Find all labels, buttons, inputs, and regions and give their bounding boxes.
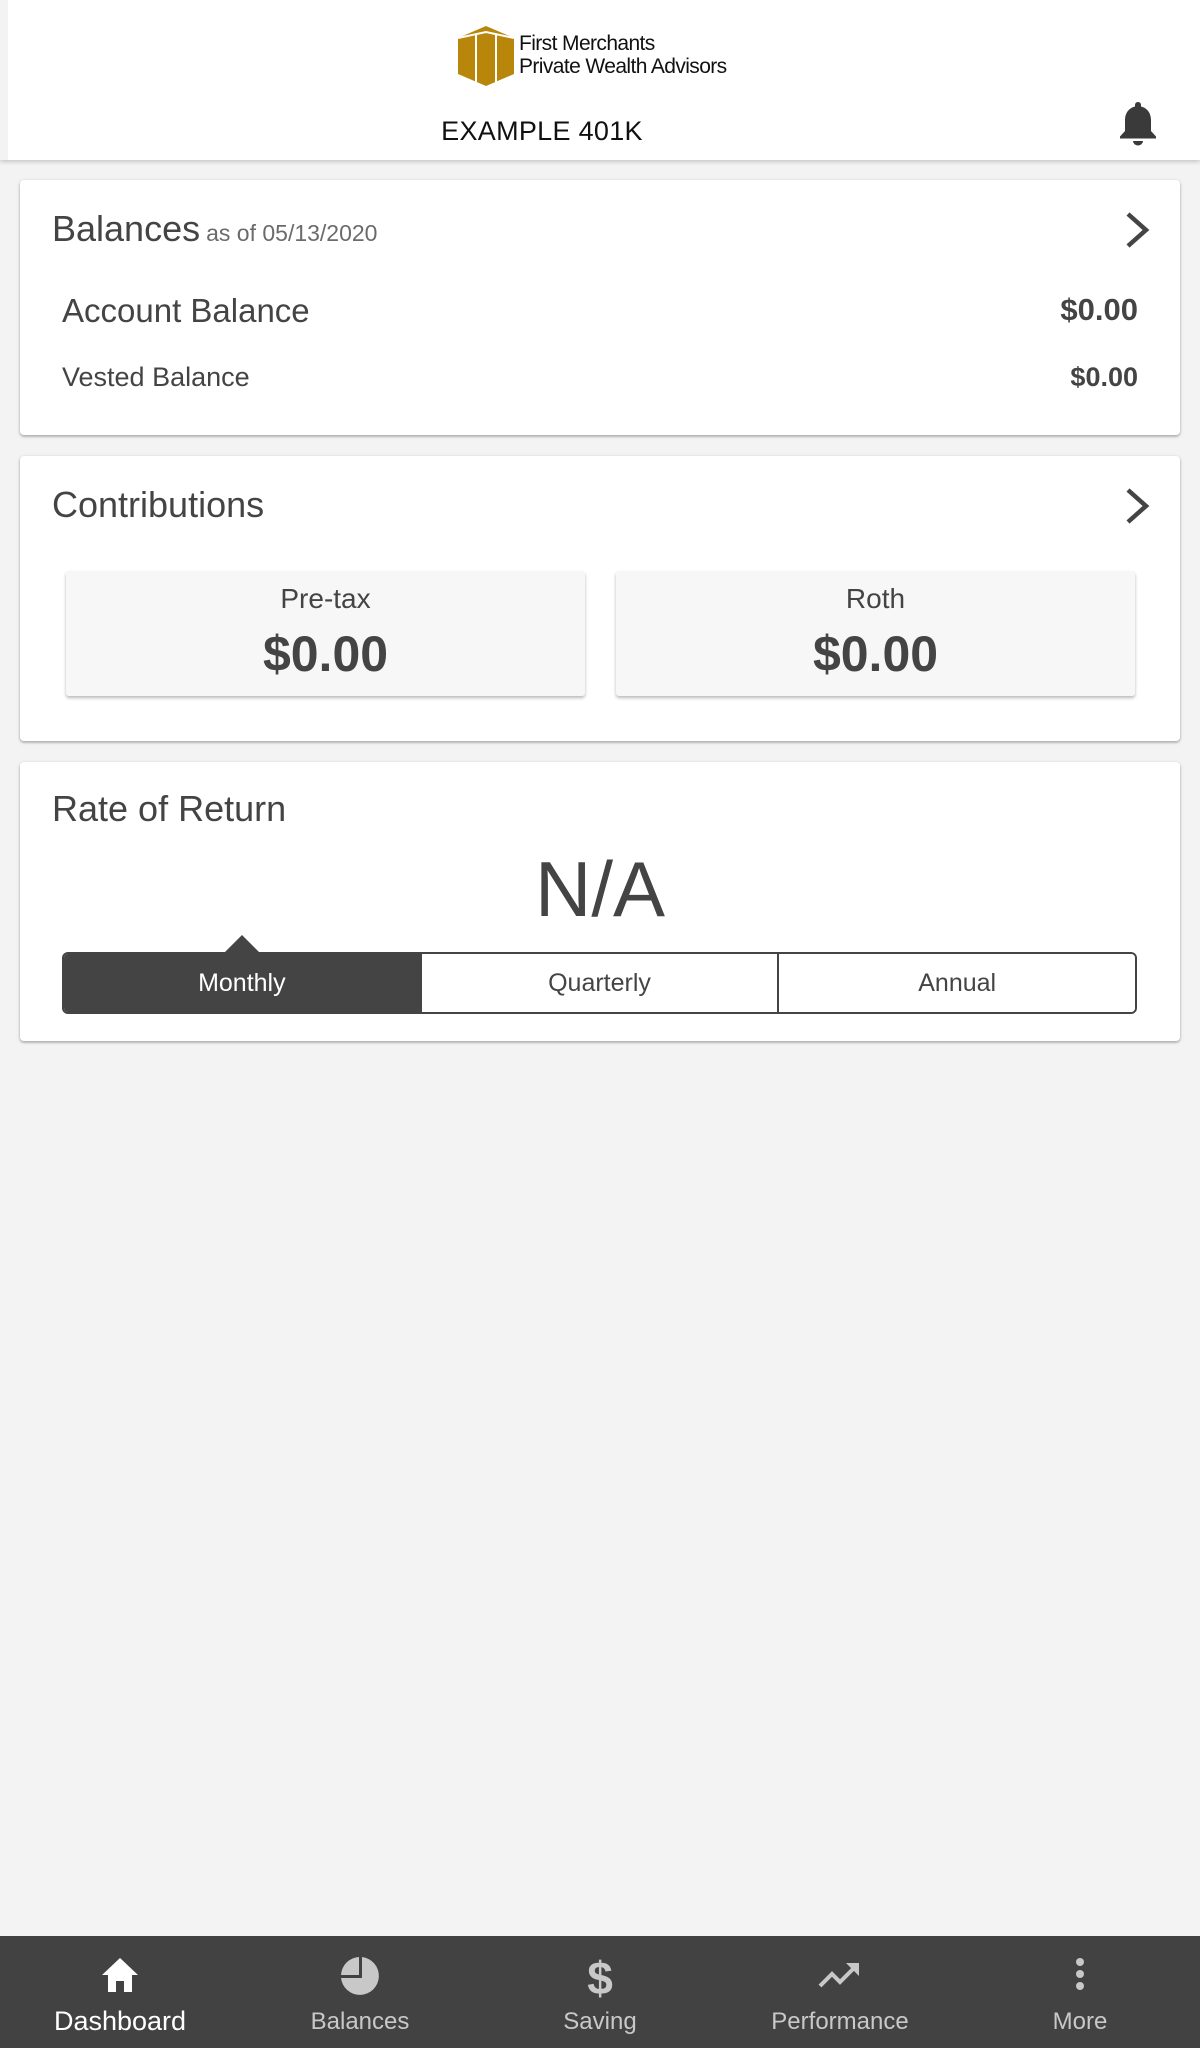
- period-monthly-tab[interactable]: Monthly: [64, 935, 420, 1012]
- vested-balance-value: $0.00: [1070, 362, 1138, 392]
- pretax-contribution-box: Pre-tax $0.00: [66, 571, 585, 696]
- nav-performance[interactable]: Performance: [720, 1936, 960, 2048]
- dollar-icon: $: [587, 1954, 613, 1998]
- period-selector: Monthly Quarterly Annual: [62, 935, 1137, 1014]
- balances-title: Balances as of 05/13/2020: [52, 208, 377, 250]
- balances-card[interactable]: Balances as of 05/13/2020 Account Balance…: [20, 180, 1180, 435]
- chevron-right-icon[interactable]: [1122, 210, 1152, 250]
- nav-dashboard[interactable]: Dashboard: [0, 1936, 240, 2048]
- chevron-right-icon[interactable]: [1122, 486, 1152, 526]
- logo-building-icon: [457, 26, 515, 86]
- logo-line-2: Private Wealth Advisors: [519, 55, 727, 78]
- nav-more[interactable]: More: [960, 1936, 1200, 2048]
- svg-text:$: $: [587, 1954, 613, 1998]
- balances-heading: Balances: [52, 208, 201, 249]
- rate-of-return-title: Rate of Return: [52, 788, 287, 829]
- brand-logo: First Merchants Private Wealth Advisors: [456, 24, 746, 90]
- roth-value: $0.00: [812, 626, 939, 682]
- rate-of-return-card: Rate of Return N/A Monthly Quarterly Ann…: [20, 762, 1180, 1041]
- roth-label: Roth: [845, 583, 906, 614]
- pie-chart-icon: [341, 1957, 379, 1995]
- nav-saving[interactable]: $ Saving: [480, 1936, 720, 2048]
- roth-contribution-box: Roth $0.00: [616, 571, 1135, 696]
- nav-performance-label: Performance: [771, 2008, 909, 2035]
- balances-as-of-date: as of 05/13/2020: [206, 220, 378, 246]
- period-annual-tab[interactable]: Annual: [777, 954, 1136, 1012]
- home-icon: [102, 1958, 138, 1992]
- nav-balances[interactable]: Balances: [240, 1936, 480, 2048]
- contributions-title: Contributions: [52, 484, 265, 525]
- nav-balances-label: Balances: [310, 2008, 410, 2035]
- trending-up-icon: [818, 1963, 859, 1988]
- bell-icon[interactable]: [1118, 100, 1158, 146]
- more-vertical-icon: [1076, 1958, 1084, 1990]
- period-quarterly-tab[interactable]: Quarterly: [419, 954, 778, 1012]
- app-header: First Merchants Private Wealth Advisors …: [0, 0, 1200, 160]
- account-balance-label: Account Balance: [62, 292, 310, 329]
- pretax-label: Pre-tax: [280, 583, 371, 614]
- nav-saving-label: Saving: [563, 2008, 637, 2035]
- rate-of-return-value: N/A: [534, 845, 666, 933]
- logo-line-1: First Merchants: [519, 32, 655, 55]
- plan-title: EXAMPLE 401K: [441, 116, 643, 146]
- logo-text: First Merchants Private Wealth Advisors: [519, 32, 727, 78]
- account-balance-value: $0.00: [1060, 292, 1138, 327]
- nav-dashboard-label: Dashboard: [53, 2006, 187, 2036]
- contributions-card[interactable]: Contributions Pre-tax $0.00 Roth $0.00: [20, 456, 1180, 741]
- pretax-value: $0.00: [262, 626, 389, 682]
- nav-more-label: More: [1052, 2008, 1108, 2035]
- bottom-navigation: Dashboard Balances $ Saving Performance …: [0, 1936, 1200, 2048]
- vested-balance-label: Vested Balance: [62, 362, 250, 392]
